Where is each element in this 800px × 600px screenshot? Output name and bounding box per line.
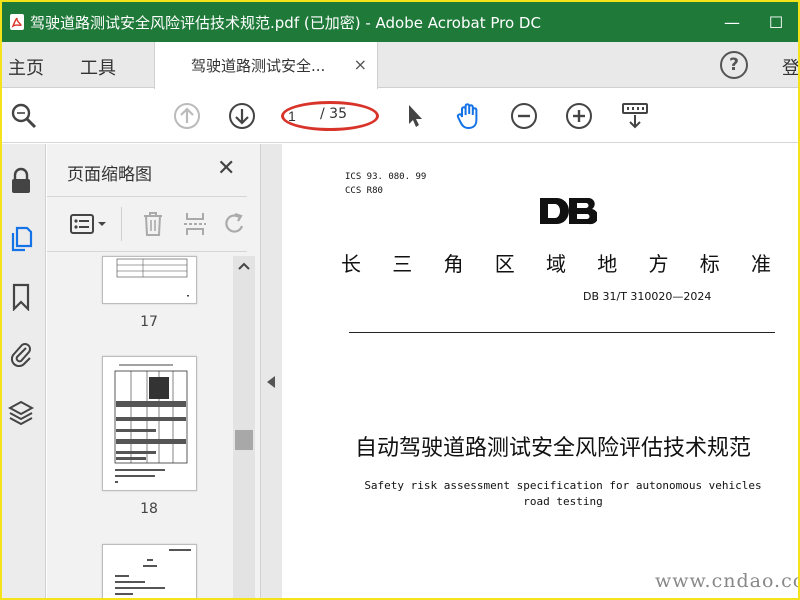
ccs-line: CCS R80 [345, 186, 383, 196]
org-char: 三 [392, 252, 413, 276]
panel-collapse-strip[interactable] [260, 144, 282, 598]
panel-title: 页面缩略图 [67, 165, 152, 185]
lock-icon[interactable] [6, 166, 36, 196]
org-char: 域 [546, 252, 566, 276]
page-thumbnails-panel: 页面缩略图 ✕ 17 18 [47, 144, 260, 598]
sign-in-button[interactable]: 登 [782, 54, 798, 80]
help-button[interactable]: ? [720, 51, 748, 79]
document-title-chinese: 自动驾驶道路测试安全风险评估技术规范 [355, 436, 752, 461]
scroll-up-icon[interactable] [237, 260, 251, 272]
ics-line: ICS 93. 080. 99 [345, 172, 427, 182]
close-tab-icon[interactable]: × [354, 55, 367, 74]
org-char: 方 [648, 252, 669, 276]
document-title-english: Safety risk assessment specification for… [364, 479, 762, 508]
minimize-button[interactable]: — [710, 2, 754, 42]
insert-page-icon[interactable] [181, 209, 209, 239]
thumbnail-page-18[interactable] [102, 356, 197, 491]
watermark-url: www.cndao.com [655, 570, 798, 592]
document-page: ICS 93. 080. 99 CCS R80 长 三 角 区 域 地 方 标 … [283, 144, 798, 598]
thumbnail-page-number: 17 [140, 314, 158, 330]
zoom-out-icon[interactable] [508, 101, 540, 131]
thumbnail-scrollbar[interactable] [233, 256, 255, 598]
delete-page-icon[interactable] [139, 209, 167, 239]
org-char: 区 [494, 252, 515, 276]
window-title: 驾驶道路测试安全风险评估技术规范.pdf (已加密) - Adobe Acrob… [30, 13, 541, 32]
options-menu-icon[interactable] [67, 209, 111, 239]
hand-tool-icon[interactable] [452, 99, 486, 133]
attachment-icon[interactable] [6, 338, 36, 368]
scroll-mode-icon[interactable] [618, 99, 652, 133]
org-char: 标 [699, 252, 720, 276]
org-char: 准 [751, 252, 771, 276]
thumbnail-page-17[interactable] [102, 256, 197, 304]
previous-page-icon[interactable] [172, 101, 202, 131]
db-standard-logo [539, 196, 599, 226]
thumbnail-tools [47, 196, 247, 252]
standard-organization: 长 三 角 区 域 地 方 标 准 [341, 248, 771, 277]
next-page-icon[interactable] [227, 101, 257, 131]
document-tab-label: 驾驶道路测试安全... [191, 57, 326, 75]
layers-icon[interactable] [6, 398, 36, 428]
document-tab[interactable]: 驾驶道路测试安全... × [154, 42, 378, 89]
thumbnail-page-number: 18 [140, 501, 158, 517]
menu-tab-bar: 主页 工具 驾驶道路测试安全... × ? 登 [2, 42, 798, 89]
ics-code: ICS 93. 080. 99 CCS R80 [345, 170, 426, 198]
thumbnail-page-19[interactable] [102, 544, 197, 598]
org-char: 长 [341, 252, 361, 276]
org-char: 地 [597, 252, 618, 276]
collapse-panel-arrow-icon[interactable] [267, 376, 275, 388]
acrobat-pdf-icon [6, 11, 28, 33]
title-bar: 驾驶道路测试安全风险评估技术规范.pdf (已加密) - Adobe Acrob… [2, 2, 798, 42]
left-navigation-rail [2, 144, 46, 598]
menu-tools[interactable]: 工具 [80, 54, 116, 80]
standard-number: DB 31/T 310020—2024 [583, 290, 712, 303]
scrollbar-thumb[interactable] [235, 430, 253, 450]
bookmark-icon[interactable] [6, 282, 36, 312]
search-zoom-icon[interactable] [8, 101, 40, 131]
rotate-page-icon[interactable] [221, 209, 249, 239]
org-char: 角 [443, 252, 464, 276]
horizontal-rule [349, 332, 775, 333]
page-thumbnails-icon[interactable] [6, 224, 36, 254]
maximize-button[interactable]: ☐ [754, 2, 798, 42]
zoom-in-icon[interactable] [563, 101, 595, 131]
app-window: 驾驶道路测试安全风险评估技术规范.pdf (已加密) - Adobe Acrob… [2, 2, 798, 598]
close-panel-icon[interactable]: ✕ [217, 156, 235, 181]
toolbar: / 35 [2, 89, 798, 143]
menu-home[interactable]: 主页 [8, 54, 44, 80]
highlight-ellipse-annotation [281, 101, 379, 131]
select-cursor-icon[interactable] [402, 101, 428, 131]
